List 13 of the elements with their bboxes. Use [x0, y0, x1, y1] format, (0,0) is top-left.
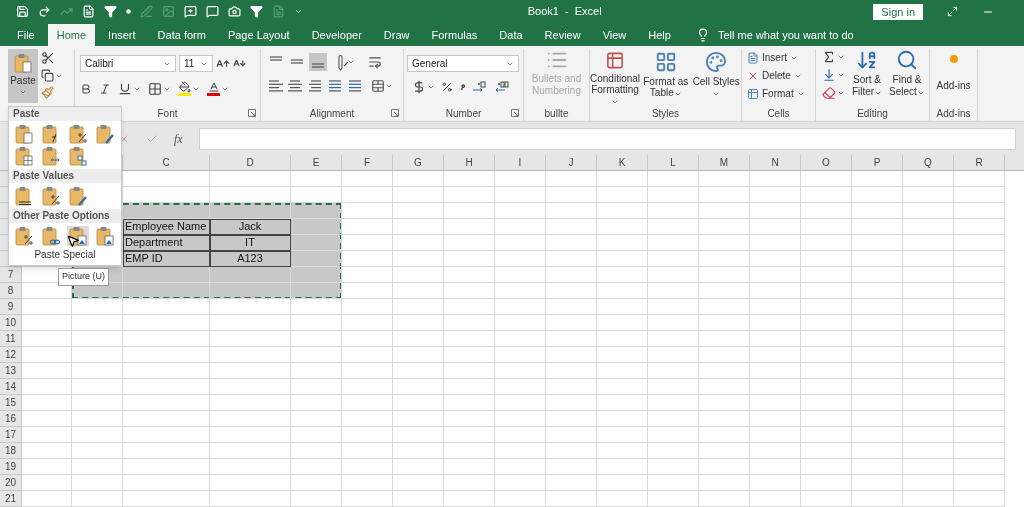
menu-heading: Paste: [9, 107, 121, 121]
tooltip: Picture (U): [58, 268, 109, 286]
menu-heading: Other Paste Options: [9, 209, 121, 223]
group-label: Alignment: [309, 106, 355, 121]
group-label: Styles: [651, 107, 680, 122]
group-label: Add-ins: [936, 106, 971, 121]
group-label: bullte: [544, 106, 569, 121]
group-label: Cells: [767, 106, 790, 121]
group-label: Editing: [857, 106, 888, 121]
group-label: Number: [445, 106, 482, 121]
window-title: Book1 - Excel: [527, 4, 602, 20]
menu-heading: Paste Values: [9, 169, 121, 183]
group-label: Font: [157, 106, 178, 121]
